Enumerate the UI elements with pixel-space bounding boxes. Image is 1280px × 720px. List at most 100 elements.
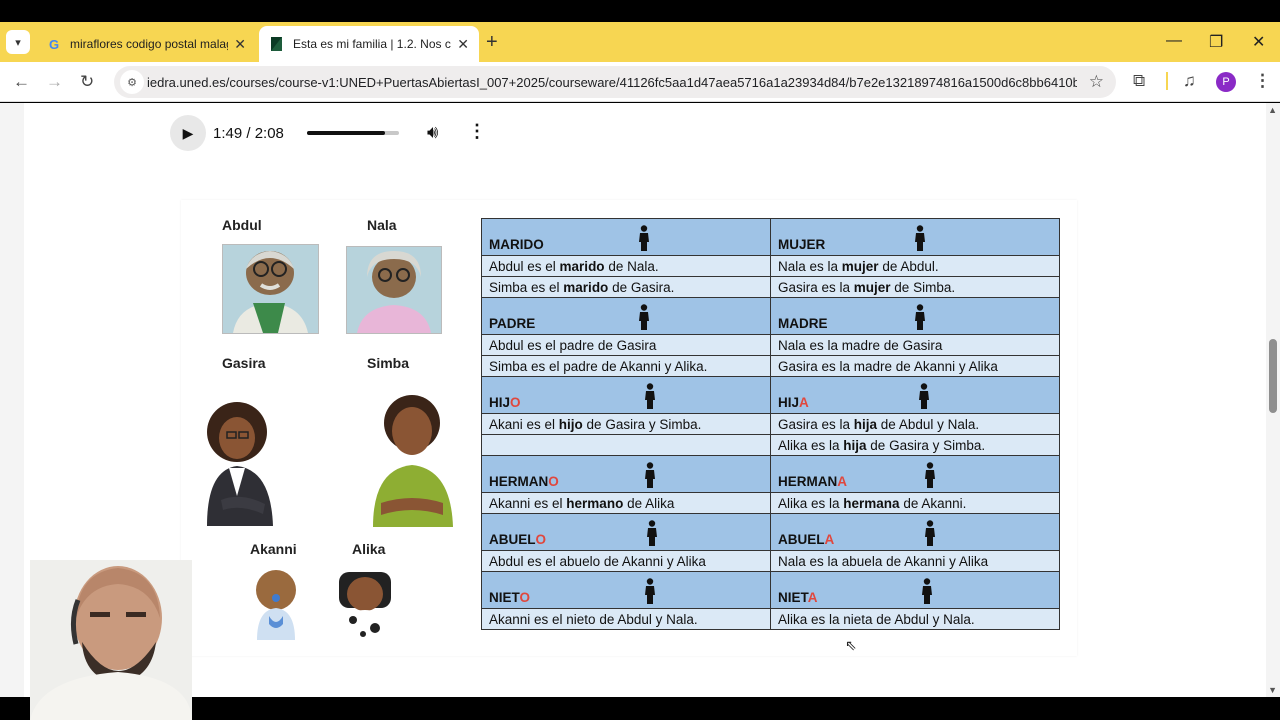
bookmark-star-icon[interactable]: ☆ <box>1089 72 1104 92</box>
back-icon[interactable]: ← <box>13 72 30 92</box>
audio-progress-bar[interactable] <box>307 131 399 135</box>
vertical-scrollbar[interactable]: ▲ ▼ <box>1266 103 1280 697</box>
audio-player: ▶ 1:49 / 2:08 🔊︎ ⋮ <box>170 115 490 151</box>
gender-ending: A <box>837 474 847 489</box>
forward-icon[interactable]: → <box>46 72 63 92</box>
father-portrait <box>367 393 457 527</box>
close-window-icon[interactable]: ✕ <box>1252 32 1265 52</box>
masculine-example-cell: Abdul es el marido de Nala. <box>481 255 771 277</box>
table-row: Simba es el marido de Gasira. Gasira es l… <box>481 276 1060 298</box>
table-header-row: NIETO NIETA <box>481 571 1060 609</box>
vocabulary-word: marido <box>563 279 609 295</box>
term-stem: MARIDO <box>489 237 544 252</box>
grandmother-portrait <box>346 246 442 334</box>
term-stem: PADRE <box>489 316 536 331</box>
left-margin <box>0 103 24 697</box>
play-button[interactable]: ▶ <box>170 115 206 151</box>
extensions-icon[interactable]: ⧉ <box>1133 71 1145 91</box>
vocabulary-word: hermana <box>843 495 900 511</box>
table-row: Simba es el padre de Akanni y Alika. Gasi… <box>481 355 1060 377</box>
vocabulary-word: hermano <box>566 495 624 511</box>
feminine-term-cell: NIETA <box>770 571 1060 609</box>
media-controls-icon[interactable]: ♫ <box>1183 71 1196 91</box>
term-stem: MUJER <box>778 237 826 252</box>
page-content: ▶ 1:49 / 2:08 🔊︎ ⋮ Abdul Nala Gasira Sim… <box>0 103 1280 697</box>
person-icon <box>924 520 936 546</box>
profile-avatar[interactable]: P <box>1216 72 1236 92</box>
vocabulary-word: hijo <box>558 416 583 432</box>
browser-toolbar: ← → ↻ ⚙ iedra.uned.es/courses/course-v1:… <box>0 62 1280 102</box>
term-stem: MADRE <box>778 316 828 331</box>
gender-ending: A <box>807 590 818 605</box>
table-row: Akani es el hijo de Gasira y Simba. Gasir… <box>481 413 1060 435</box>
scroll-up-icon[interactable]: ▲ <box>1268 105 1277 115</box>
person-name: Alika <box>352 541 386 557</box>
masculine-example-cell: Akani es el hijo de Gasira y Simba. <box>481 413 771 435</box>
masculine-term-cell: HIJO <box>481 376 771 414</box>
table-row: Abdul es el marido de Nala. Nala es la mu… <box>481 255 1060 277</box>
person-icon <box>644 462 656 488</box>
masculine-example-cell: Simba es el marido de Gasira. <box>481 276 771 298</box>
volume-icon[interactable]: 🔊︎ <box>427 122 438 143</box>
feminine-term-cell: MUJER <box>770 218 1060 256</box>
new-tab-icon[interactable]: + <box>486 32 498 52</box>
sentence-text: Gasira es la madre de Akanni y Alika <box>778 358 998 374</box>
feminine-example-cell: Nala es la mujer de Abdul. <box>770 255 1060 277</box>
feminine-example-cell: Nala es la abuela de Akanni y Alika <box>770 550 1060 572</box>
menu-icon[interactable]: ⋮ <box>1254 71 1271 91</box>
scrollbar-thumb[interactable] <box>1269 339 1277 413</box>
sentence-text: de Abdul y Nala. <box>877 416 980 432</box>
webcam-overlay <box>30 560 192 720</box>
tab-google-search[interactable]: G miraflores codigo postal malag ✕ <box>36 26 256 62</box>
sentence-text: Abdul es el <box>489 258 560 274</box>
feminine-term-cell: MADRE <box>770 297 1060 335</box>
feminine-example-cell: Alika es la hermana de Akanni. <box>770 492 1060 514</box>
person-icon <box>924 462 936 488</box>
scroll-down-icon[interactable]: ▼ <box>1268 685 1277 695</box>
sentence-text: Abdul es el padre de Gasira <box>489 337 657 353</box>
masculine-term-cell: ABUELO <box>481 513 771 551</box>
tab-course-page[interactable]: Esta es mi familia | 1.2. Nos cor ✕ <box>259 26 479 62</box>
reload-icon[interactable]: ↻ <box>80 72 94 92</box>
more-options-icon[interactable]: ⋮ <box>468 121 486 142</box>
term-stem: HERMAN <box>489 474 549 489</box>
sentence-text: Nala es la abuela de Akanni y Alika <box>778 553 989 569</box>
masculine-example-cell: Simba es el padre de Akanni y Alika. <box>481 355 771 377</box>
os-top-bar <box>0 0 1280 22</box>
minimize-icon[interactable]: — <box>1166 32 1182 50</box>
table-header-row: PADRE MADRE <box>481 297 1060 335</box>
person-name: Nala <box>367 217 397 233</box>
masculine-term-cell: NIETO <box>481 571 771 609</box>
feminine-term-cell: HIJA <box>770 376 1060 414</box>
masculine-term-cell: HERMANO <box>481 455 771 493</box>
table-header-row: HIJO HIJA <box>481 376 1060 414</box>
feminine-example-cell: Gasira es la madre de Akanni y Alika <box>770 355 1060 377</box>
gender-ending: O <box>548 474 559 489</box>
table-header-row: ABUELO ABUELA <box>481 513 1060 551</box>
masculine-example-cell: Abdul es el abuelo de Akanni y Alika <box>481 550 771 572</box>
site-settings-icon[interactable]: ⚙ <box>120 70 144 94</box>
sentence-text: Simba es el <box>489 279 564 295</box>
table-header-row: HERMANO HERMAN A <box>481 455 1060 493</box>
edx-icon <box>269 36 285 52</box>
term-stem: ABUEL <box>778 532 825 547</box>
vocabulary-word: mujer <box>841 258 879 274</box>
term-stem: ABUEL <box>489 532 536 547</box>
sentence-text: Nala es la <box>778 258 842 274</box>
feminine-example-cell: Nala es la madre de Gasira <box>770 334 1060 356</box>
tab-search-button[interactable]: ▾ <box>6 30 30 54</box>
google-icon: G <box>48 36 60 52</box>
sentence-text: Akanni es el nieto de Abdul y Nala. <box>489 611 698 627</box>
masculine-example-cell: Abdul es el padre de Gasira <box>481 334 771 356</box>
sentence-text: Gasira es la <box>778 416 854 432</box>
close-tab-icon[interactable]: ✕ <box>457 36 469 53</box>
term-stem: NIET <box>489 590 520 605</box>
person-icon <box>918 383 930 409</box>
close-tab-icon[interactable]: ✕ <box>234 36 246 53</box>
address-bar[interactable]: ⚙ iedra.uned.es/courses/course-v1:UNED+P… <box>114 66 1116 98</box>
restore-icon[interactable]: ❐ <box>1209 32 1223 52</box>
url-text[interactable]: iedra.uned.es/courses/course-v1:UNED+Pue… <box>147 75 1077 90</box>
sentence-text: de Alika <box>623 495 675 511</box>
sentence-text: de Nala. <box>604 258 659 274</box>
family-portraits: Abdul Nala Gasira Simba Akanni Alika <box>181 206 467 652</box>
